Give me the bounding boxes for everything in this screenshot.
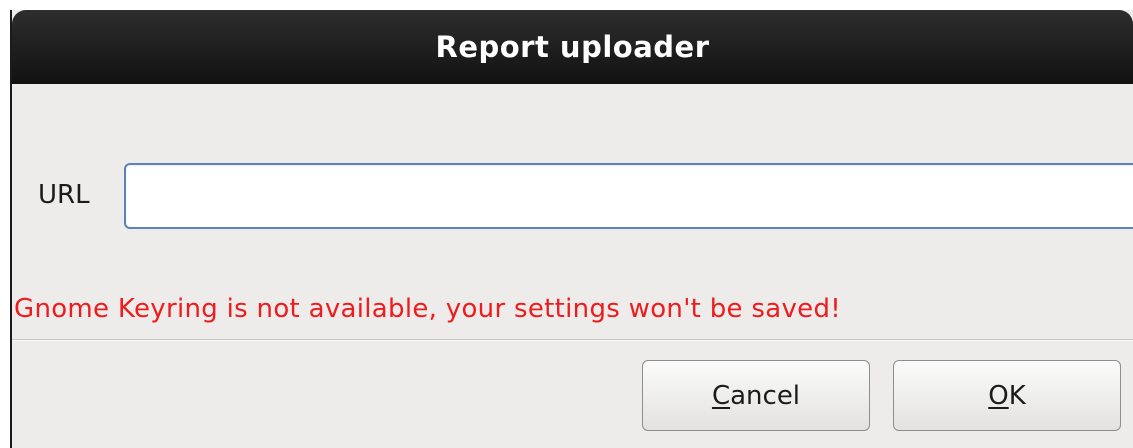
cancel-button[interactable]: Cancel (642, 360, 870, 431)
separator (12, 339, 1133, 341)
url-label: URL (38, 180, 90, 210)
dialog-title: Report uploader (435, 30, 710, 64)
keyring-warning: Gnome Keyring is not available, your set… (14, 294, 841, 324)
cancel-label-rest: ancel (730, 380, 801, 411)
cancel-mnemonic: C (711, 380, 731, 411)
title-bar[interactable]: Report uploader (12, 10, 1133, 84)
ok-label-rest: K (1008, 380, 1026, 411)
url-input[interactable] (124, 163, 1133, 229)
report-uploader-dialog: Report uploader URL Gnome Keyring is not… (10, 10, 1133, 448)
ok-button[interactable]: OK (893, 360, 1121, 431)
ok-mnemonic: O (988, 380, 1009, 411)
